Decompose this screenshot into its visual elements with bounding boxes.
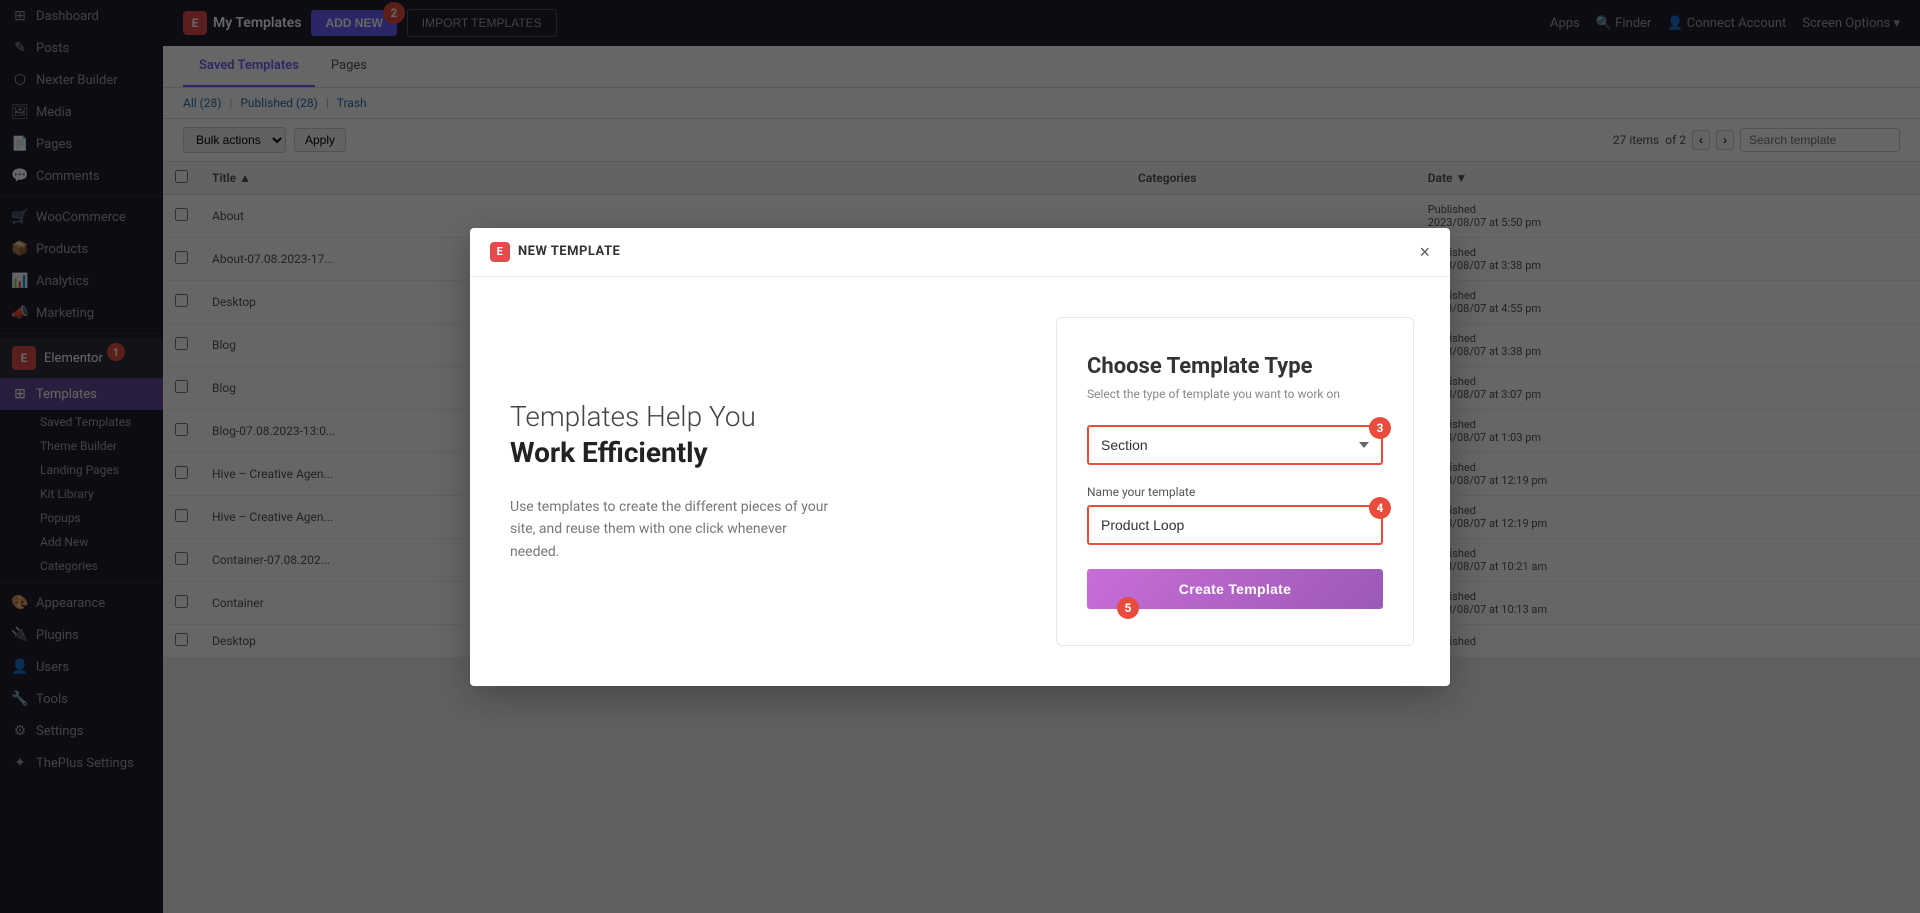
modal-left: Templates Help You Work Efficiently Use … xyxy=(470,277,1020,686)
modal-overlay[interactable]: E NEW TEMPLATE × Templates Help You Work… xyxy=(0,0,1920,913)
template-type-select[interactable]: SectionPageBlockPopup xyxy=(1087,425,1383,465)
step-4-badge: 4 xyxy=(1369,497,1391,519)
form-title: Choose Template Type xyxy=(1087,354,1383,379)
step-5-badge: 5 xyxy=(1117,597,1139,619)
template-name-label: Name your template xyxy=(1087,485,1383,499)
modal-left-title: Templates Help You Work Efficiently xyxy=(510,399,980,472)
template-form: Choose Template Type Select the type of … xyxy=(1056,317,1414,646)
step-3-badge: 3 xyxy=(1369,417,1391,439)
modal-header: E NEW TEMPLATE × xyxy=(470,228,1450,277)
modal-title: E NEW TEMPLATE xyxy=(490,242,620,262)
modal-close-button[interactable]: × xyxy=(1419,243,1430,261)
form-subtitle: Select the type of template you want to … xyxy=(1087,387,1383,401)
modal-body: Templates Help You Work Efficiently Use … xyxy=(470,277,1450,686)
modal-right: Choose Template Type Select the type of … xyxy=(1020,277,1450,686)
modal-elementor-logo: E xyxy=(490,242,510,262)
template-name-input[interactable] xyxy=(1087,505,1383,545)
modal-title-text: NEW TEMPLATE xyxy=(518,244,620,259)
new-template-modal: E NEW TEMPLATE × Templates Help You Work… xyxy=(470,228,1450,686)
modal-left-desc: Use templates to create the different pi… xyxy=(510,496,830,563)
